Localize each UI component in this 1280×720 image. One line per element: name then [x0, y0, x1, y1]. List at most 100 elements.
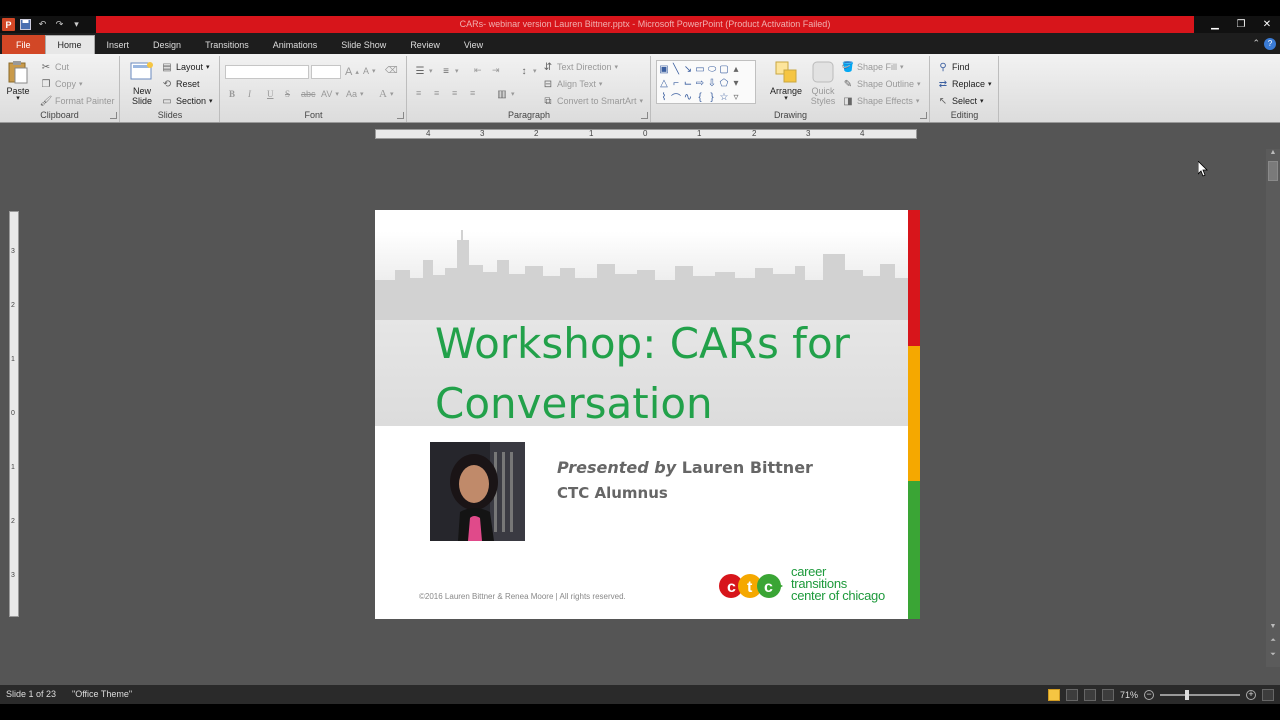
- select-button[interactable]: ↖ Select ▾: [937, 95, 984, 107]
- customize-quick-access-icon[interactable]: ▾: [70, 18, 83, 31]
- restore-icon[interactable]: ❐: [1228, 16, 1254, 33]
- previous-slide-icon[interactable]: ⏶: [1268, 637, 1278, 647]
- arrow-line-shape-icon[interactable]: ↘: [682, 62, 694, 76]
- character-shadow-button[interactable]: abc: [301, 89, 316, 99]
- tab-review[interactable]: Review: [398, 35, 452, 54]
- justify-icon[interactable]: ≡: [470, 88, 475, 98]
- right-brace-shape-icon[interactable]: }: [706, 90, 718, 104]
- quick-styles-button[interactable]: Quick Styles: [808, 59, 838, 106]
- minimize-ribbon-icon[interactable]: ⌃: [1252, 38, 1260, 49]
- paste-dropdown-icon[interactable]: ▾: [16, 94, 20, 102]
- font-dialog-launcher-icon[interactable]: [397, 112, 404, 119]
- text-direction-button[interactable]: ⇵ Text Direction ▾: [542, 61, 618, 73]
- character-spacing-button[interactable]: AV ▾: [321, 89, 339, 99]
- presenter-line[interactable]: Presented by Lauren Bittner: [557, 458, 813, 477]
- help-icon[interactable]: ?: [1264, 37, 1276, 50]
- triangle-shape-icon[interactable]: △: [658, 76, 670, 90]
- redo-icon[interactable]: ↷: [53, 18, 66, 31]
- tab-insert[interactable]: Insert: [95, 35, 142, 54]
- presenter-photo[interactable]: [430, 442, 525, 541]
- tab-design[interactable]: Design: [141, 35, 193, 54]
- next-slide-icon[interactable]: ⏷: [1268, 651, 1278, 661]
- underline-button[interactable]: U: [267, 89, 274, 99]
- new-slide-button[interactable]: New Slide: [127, 59, 157, 106]
- tab-slide-show[interactable]: Slide Show: [329, 35, 398, 54]
- arc-shape-icon[interactable]: ⌒: [670, 90, 682, 105]
- reset-button[interactable]: ⟲ Reset: [161, 78, 200, 90]
- decrease-indent-icon[interactable]: ⇤: [474, 65, 482, 76]
- scrollbar-thumb[interactable]: [1268, 161, 1278, 181]
- slide-editing-area[interactable]: 4 3 2 1 0 1 2 3 4 3 2 1 0 1 2 3 Workshop…: [0, 123, 1280, 685]
- vertical-ruler[interactable]: 3 2 1 0 1 2 3: [9, 211, 19, 617]
- layout-button[interactable]: ▤ Layout ▾: [161, 61, 209, 73]
- align-text-button[interactable]: ⊟ Align Text ▾: [542, 78, 603, 90]
- elbow-arrow-icon[interactable]: ⌙: [682, 76, 694, 90]
- line-spacing-button[interactable]: ↕ ▾: [518, 65, 537, 77]
- shrink-font-button[interactable]: A ▾: [363, 66, 376, 76]
- fit-slide-icon[interactable]: [1262, 688, 1274, 701]
- align-right-icon[interactable]: ≡: [452, 88, 457, 98]
- rounded-rect-shape-icon[interactable]: ▢: [718, 62, 730, 76]
- slide-canvas[interactable]: Workshop: CARs for Conversation Presente…: [375, 210, 920, 619]
- slide-title[interactable]: Workshop: CARs for Conversation: [435, 314, 895, 434]
- tab-view[interactable]: View: [452, 35, 495, 54]
- align-left-icon[interactable]: ≡: [416, 88, 421, 98]
- rectangle-shape-icon[interactable]: ▭: [694, 62, 706, 76]
- shape-fill-button[interactable]: 🪣 Shape Fill ▾: [842, 61, 904, 73]
- find-button[interactable]: ⚲ Find: [937, 61, 969, 73]
- slide-show-view-icon[interactable]: [1101, 688, 1114, 701]
- down-arrow-shape-icon[interactable]: ⇩: [706, 76, 718, 90]
- zoom-out-icon[interactable]: −: [1144, 689, 1154, 700]
- zoom-in-icon[interactable]: +: [1246, 689, 1256, 700]
- change-case-button[interactable]: Aa ▾: [346, 89, 364, 99]
- left-brace-shape-icon[interactable]: {: [694, 90, 706, 104]
- gallery-down-icon[interactable]: ▾: [730, 76, 742, 90]
- replace-button[interactable]: ⇄ Replace ▾: [937, 78, 992, 90]
- align-center-icon[interactable]: ≡: [434, 88, 439, 98]
- font-size-combo[interactable]: [311, 65, 341, 79]
- line-shape-icon[interactable]: ╲: [670, 62, 682, 76]
- elbow-connector-icon[interactable]: ⌐: [670, 76, 682, 90]
- tab-home[interactable]: Home: [44, 35, 95, 54]
- zoom-level[interactable]: 71%: [1120, 690, 1138, 700]
- gallery-more-icon[interactable]: ▿: [730, 90, 742, 104]
- copy-button[interactable]: ❐ Copy ▾: [40, 78, 83, 90]
- italic-button[interactable]: I: [248, 89, 251, 99]
- oval-shape-icon[interactable]: ⬭: [706, 62, 718, 76]
- bold-button[interactable]: B: [229, 89, 235, 99]
- columns-button[interactable]: ▥ ▾: [496, 88, 514, 100]
- strikethrough-button[interactable]: S: [285, 89, 290, 99]
- pentagon-shape-icon[interactable]: ⬠: [718, 76, 730, 90]
- powerpoint-logo-icon[interactable]: P: [2, 18, 15, 31]
- increase-indent-icon[interactable]: ⇥: [492, 65, 500, 76]
- paste-button[interactable]: Paste ▾: [6, 59, 30, 102]
- grow-font-button[interactable]: A ▴: [345, 66, 359, 78]
- star-shape-icon[interactable]: ☆: [718, 90, 730, 104]
- reading-view-icon[interactable]: [1083, 688, 1096, 701]
- bullets-button[interactable]: ☰ ▾: [414, 65, 433, 77]
- tab-file[interactable]: File: [2, 35, 45, 54]
- shape-effects-button[interactable]: ◨ Shape Effects ▾: [842, 95, 919, 107]
- normal-view-icon[interactable]: [1047, 688, 1060, 701]
- convert-smartart-button[interactable]: ⧉ Convert to SmartArt ▾: [542, 95, 643, 107]
- textbox-shape-icon[interactable]: ▣: [658, 62, 670, 76]
- paragraph-dialog-launcher-icon[interactable]: [641, 112, 648, 119]
- numbering-button[interactable]: ≡ ▾: [440, 65, 458, 77]
- clipboard-dialog-launcher-icon[interactable]: [110, 112, 117, 119]
- copyright-footer[interactable]: ©2016 Lauren Bittner & Renea Moore | All…: [419, 592, 626, 601]
- format-painter-button[interactable]: 🖌 Format Painter: [40, 95, 115, 107]
- minimize-icon[interactable]: ▁: [1202, 16, 1228, 33]
- scroll-up-icon[interactable]: ▲: [1268, 149, 1278, 159]
- drawing-dialog-launcher-icon[interactable]: [920, 112, 927, 119]
- shape-outline-button[interactable]: ✎ Shape Outline ▾: [842, 78, 921, 90]
- font-color-button[interactable]: A ▾: [379, 88, 393, 100]
- zoom-slider[interactable]: [1160, 689, 1240, 700]
- horizontal-ruler[interactable]: 4 3 2 1 0 1 2 3 4: [375, 129, 917, 139]
- cut-button[interactable]: ✂ Cut: [40, 61, 69, 73]
- vertical-scrollbar[interactable]: ▲ ▼ ⏶ ⏷: [1266, 149, 1280, 667]
- scroll-down-icon[interactable]: ▼: [1268, 623, 1278, 633]
- tab-animations[interactable]: Animations: [261, 35, 330, 54]
- font-name-combo[interactable]: [225, 65, 309, 79]
- slide-sorter-view-icon[interactable]: [1065, 688, 1078, 701]
- zoom-slider-thumb[interactable]: [1185, 689, 1190, 700]
